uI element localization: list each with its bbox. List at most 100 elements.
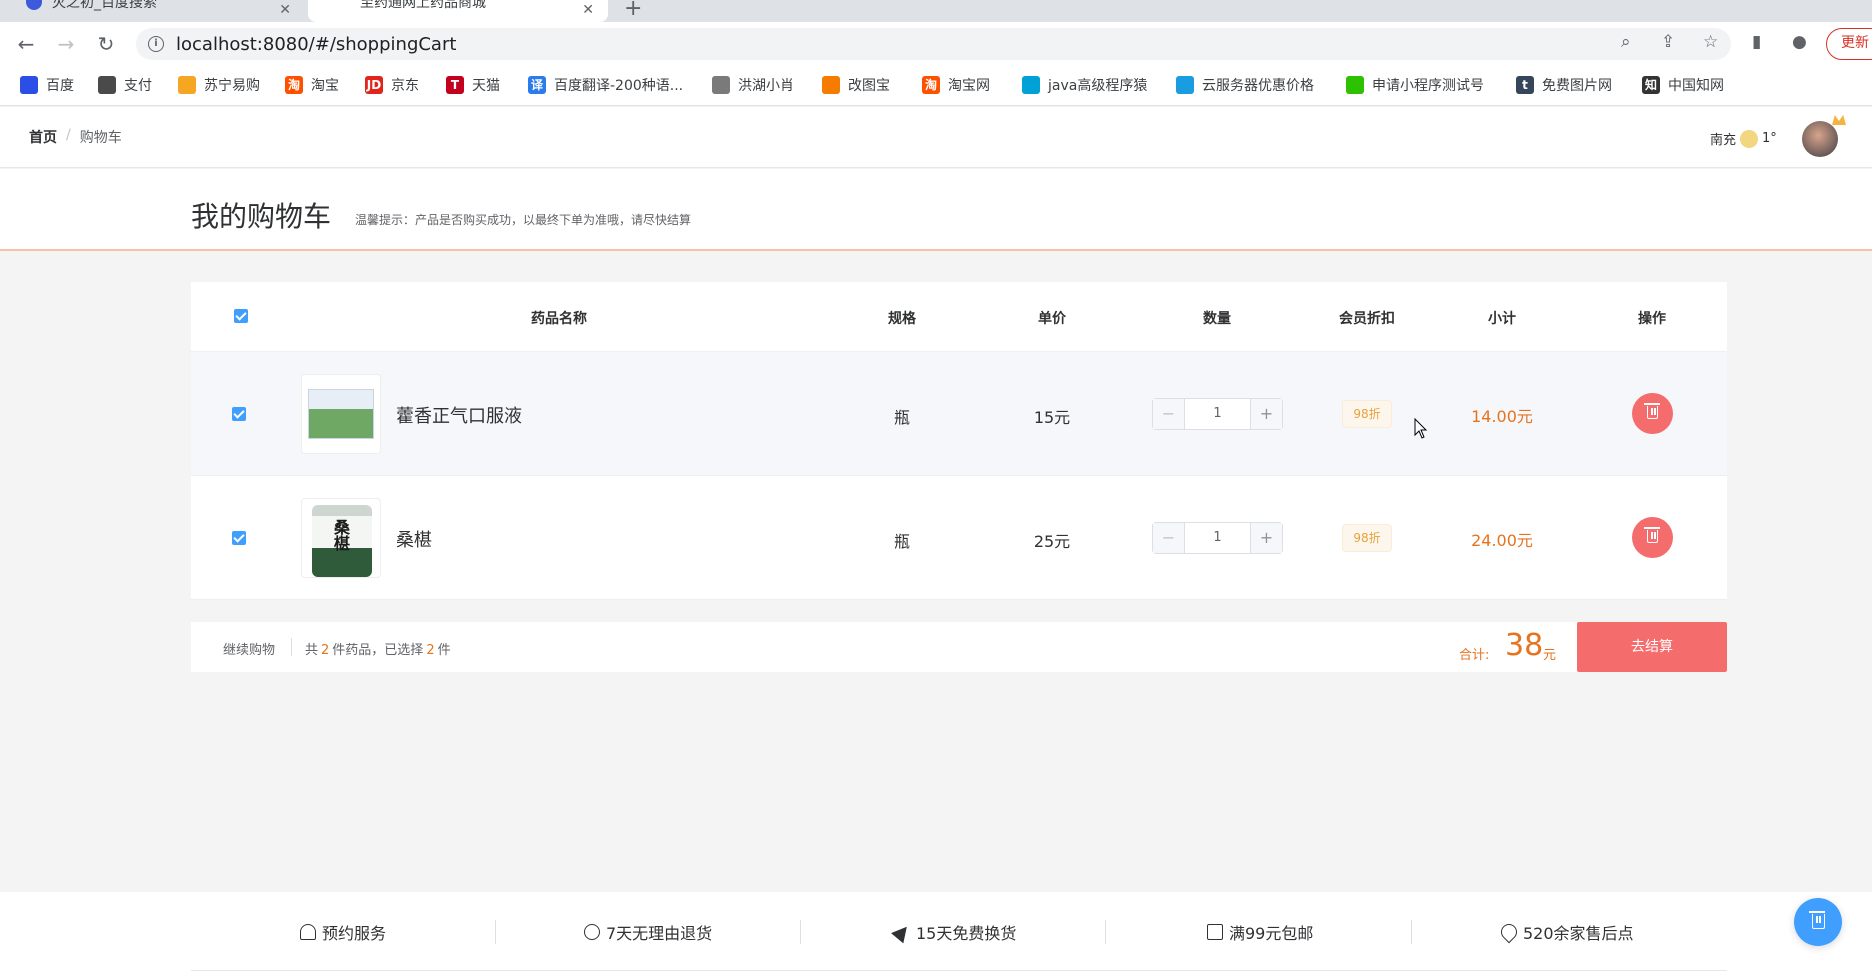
service-item[interactable]: 满99元包邮 xyxy=(1207,920,1313,944)
baidu-icon xyxy=(20,76,38,94)
baidu-favicon-icon xyxy=(26,0,42,10)
quantity-input[interactable]: 1 xyxy=(1185,399,1250,429)
floating-clear-cart-button[interactable] xyxy=(1794,898,1842,946)
product-spec: 瓶 xyxy=(893,408,911,427)
bookmark-item[interactable]: 译百度翻译-200种语... xyxy=(528,75,683,95)
close-tab-icon[interactable]: ✕ xyxy=(279,2,291,18)
checkout-button[interactable]: 去结算 xyxy=(1577,622,1727,672)
bookmark-item[interactable]: 支付 xyxy=(98,75,152,95)
bookmark-item[interactable]: java高级程序猿 xyxy=(1022,75,1147,95)
bookmark-label: 淘宝 xyxy=(311,78,339,94)
bookmark-item[interactable]: t 免费图片网 xyxy=(1516,75,1612,95)
back-arrow-icon[interactable]: ← xyxy=(14,32,38,56)
quantity-stepper: − 1 + xyxy=(1152,522,1283,554)
product-image[interactable] xyxy=(301,374,381,454)
tab-title: 至药通网上药品商城 xyxy=(360,0,486,11)
column-header-name: 药品名称 xyxy=(531,311,587,327)
service-item[interactable]: 预约服务 xyxy=(300,920,386,944)
bookmark-label: 苏宁易购 xyxy=(204,78,260,94)
bookmark-item[interactable]: 云服务器优惠价格 xyxy=(1176,75,1314,95)
discount-badge: 98折 xyxy=(1342,524,1392,552)
forward-arrow-icon[interactable]: → xyxy=(54,32,78,56)
quantity-stepper: − 1 + xyxy=(1152,398,1283,430)
continue-shopping-link[interactable]: 继续购物 xyxy=(223,639,275,658)
bookmark-item[interactable]: 洪湖小肖 xyxy=(712,75,794,95)
table-row: 藿香正气口服液 瓶 15元 − 1 + 98折 14.00元 xyxy=(191,352,1727,476)
location-icon xyxy=(1497,920,1521,944)
bookmark-star-icon[interactable]: ☆ xyxy=(1703,32,1718,52)
bookmark-item[interactable]: 百度 xyxy=(20,75,74,95)
total-unit: 元 xyxy=(1543,648,1557,663)
service-item[interactable]: 7天无理由退货 xyxy=(584,920,712,944)
service-label: 520余家售后点 xyxy=(1523,924,1634,943)
decrease-button[interactable]: − xyxy=(1153,399,1185,429)
bookmark-item[interactable]: 改图宝 xyxy=(822,75,890,95)
quantity-input[interactable]: 1 xyxy=(1185,523,1250,553)
item-checkbox[interactable] xyxy=(232,407,246,421)
delete-item-button[interactable] xyxy=(1632,393,1673,434)
service-item[interactable]: 520余家售后点 xyxy=(1497,920,1634,944)
selected-count: 2 xyxy=(426,643,435,658)
divider xyxy=(1105,920,1106,944)
browser-toolbar: ← → ↻ i localhost:8080/#/shoppingCart ⌕ … xyxy=(0,22,1872,66)
bookmark-item[interactable]: 淘淘宝 xyxy=(285,75,339,95)
bird-icon xyxy=(712,76,730,94)
browser-tab-active[interactable]: 至药通网上药品商城 ✕ xyxy=(308,0,608,22)
bookmark-label: 天猫 xyxy=(472,78,500,94)
bookmark-label: 免费图片网 xyxy=(1542,78,1612,94)
bookmark-label: 淘宝网 xyxy=(948,78,990,94)
total-label: 合计: xyxy=(1459,648,1490,663)
bookmark-item[interactable]: 苏宁易购 xyxy=(178,75,260,95)
product-price: 25元 xyxy=(1033,532,1071,551)
column-header-discount: 会员折扣 xyxy=(1339,311,1395,327)
breadcrumb-separator: / xyxy=(66,127,71,143)
user-avatar[interactable] xyxy=(1802,121,1838,157)
increase-button[interactable]: + xyxy=(1250,399,1282,429)
globe-icon xyxy=(98,76,116,94)
url-text: localhost:8080/#/shoppingCart xyxy=(176,33,457,55)
footer-divider-line xyxy=(191,970,1727,971)
service-item[interactable]: 15天免费换货 xyxy=(891,920,1016,944)
side-panel-icon[interactable]: ▮ xyxy=(1752,32,1761,52)
address-bar[interactable]: i localhost:8080/#/shoppingCart xyxy=(136,28,1731,60)
cart-summary: 共 2 件药品，已选择 2 件 xyxy=(305,639,451,658)
product-name[interactable]: 藿香正气口服液 xyxy=(396,402,522,428)
total-value: 38 xyxy=(1505,628,1544,663)
new-tab-icon[interactable]: + xyxy=(624,0,642,21)
select-all-checkbox[interactable] xyxy=(234,309,248,323)
bookmark-item[interactable]: 知中国知网 xyxy=(1642,75,1724,95)
bookmark-label: 改图宝 xyxy=(848,78,890,94)
sun-icon xyxy=(1740,129,1759,148)
share-icon[interactable]: ⇪ xyxy=(1661,32,1675,52)
bookmark-label: 京东 xyxy=(391,78,419,94)
zoom-icon[interactable]: ⌕ xyxy=(1621,32,1631,52)
close-tab-icon[interactable]: ✕ xyxy=(582,2,594,18)
update-button[interactable]: 更新 xyxy=(1826,28,1872,60)
product-image[interactable]: 桑椹 xyxy=(301,498,381,578)
decrease-button[interactable]: − xyxy=(1153,523,1185,553)
browser-tab-baidu[interactable]: 灭之初_百度搜索 ✕ xyxy=(0,0,305,22)
site-info-icon[interactable]: i xyxy=(148,36,164,52)
table-row: 桑椹 桑椹 瓶 25元 − 1 + 98折 24.00元 xyxy=(191,476,1727,600)
item-subtotal: 14.00元 xyxy=(1471,407,1533,426)
cnki-icon: 知 xyxy=(1642,76,1660,94)
table-header: 药品名称 规格 单价 数量 会员折扣 小计 操作 xyxy=(191,282,1727,352)
breadcrumb: 首页 / 购物车 xyxy=(29,127,122,147)
product-name[interactable]: 桑椹 xyxy=(396,526,432,552)
bookmark-item[interactable]: 申请小程序测试号 xyxy=(1346,75,1484,95)
reload-icon[interactable]: ↻ xyxy=(94,32,118,56)
bookmark-label: 中国知网 xyxy=(1668,78,1724,94)
send-icon xyxy=(891,921,913,943)
column-header-spec: 规格 xyxy=(888,311,916,327)
bookmark-item[interactable]: T 天猫 xyxy=(446,75,500,95)
item-checkbox[interactable] xyxy=(232,531,246,545)
service-label: 预约服务 xyxy=(322,924,387,943)
increase-button[interactable]: + xyxy=(1250,523,1282,553)
cloud-icon xyxy=(1176,76,1194,94)
breadcrumb-home-link[interactable]: 首页 xyxy=(29,127,57,147)
profile-icon[interactable]: ● xyxy=(1792,32,1807,52)
bookmark-item[interactable]: 淘淘宝网 xyxy=(922,75,990,95)
cart-footer: 继续购物 共 2 件药品，已选择 2 件 合计: 38 元 去结算 xyxy=(191,622,1727,672)
bookmark-item[interactable]: JD 京东 xyxy=(365,75,419,95)
delete-item-button[interactable] xyxy=(1632,517,1673,558)
